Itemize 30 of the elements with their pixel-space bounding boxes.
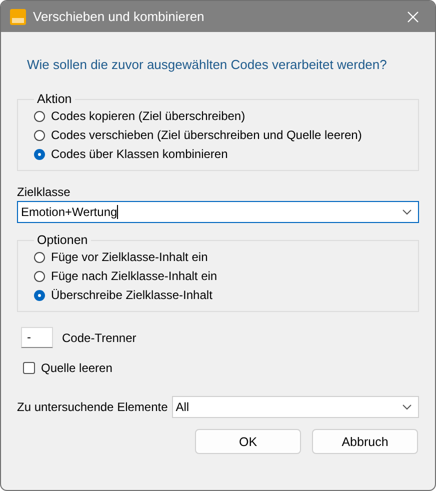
radio-label[interactable]: Überschreibe Zielklasse-Inhalt: [51, 288, 212, 302]
combo-box[interactable]: Emotion+Wertung: [17, 201, 419, 223]
checkbox[interactable]: [23, 362, 35, 374]
group-title: Aktion: [36, 92, 73, 106]
question-text: Wie sollen die zuvor ausgewählten Codes verarbeitet werden?: [27, 57, 388, 72]
window-title: Verschieben und kombinieren: [33, 9, 206, 24]
radio-button[interactable]: [34, 130, 45, 140]
chevron-down-icon[interactable]: [402, 404, 412, 410]
separator-field[interactable]: -: [21, 327, 53, 348]
chevron-down-icon[interactable]: [402, 209, 412, 215]
checkbox-label[interactable]: Quelle leeren: [41, 361, 112, 375]
radio-label[interactable]: Füge nach Zielklasse-Inhalt ein: [51, 269, 218, 283]
field-label: Code-Trenner: [62, 330, 136, 344]
radio-label[interactable]: Codes kopieren (Ziel überschreiben): [51, 109, 246, 123]
close-icon[interactable]: [407, 10, 419, 22]
radio-button[interactable]: [34, 148, 45, 160]
field-label: Zielklasse: [17, 185, 72, 199]
radio-label[interactable]: Füge vor Zielklasse-Inhalt ein: [51, 250, 208, 264]
radio-button[interactable]: [34, 270, 45, 282]
dropdown[interactable]: All: [172, 396, 419, 418]
radio-button[interactable]: [34, 290, 45, 300]
group-title: Optionen: [36, 233, 89, 247]
radio-button[interactable]: [34, 110, 45, 122]
cancel-button[interactable]: Abbruch: [312, 429, 418, 454]
radio-button[interactable]: [34, 252, 45, 262]
radio-label[interactable]: Codes verschieben (Ziel überschreiben und Quelle leeren): [51, 128, 362, 142]
ok-button[interactable]: OK: [195, 429, 301, 454]
app-logo-icon: [10, 8, 26, 24]
radio-label[interactable]: Codes über Klassen kombinieren: [51, 147, 228, 161]
field-label: Zu untersuchende Elemente: [17, 400, 168, 414]
